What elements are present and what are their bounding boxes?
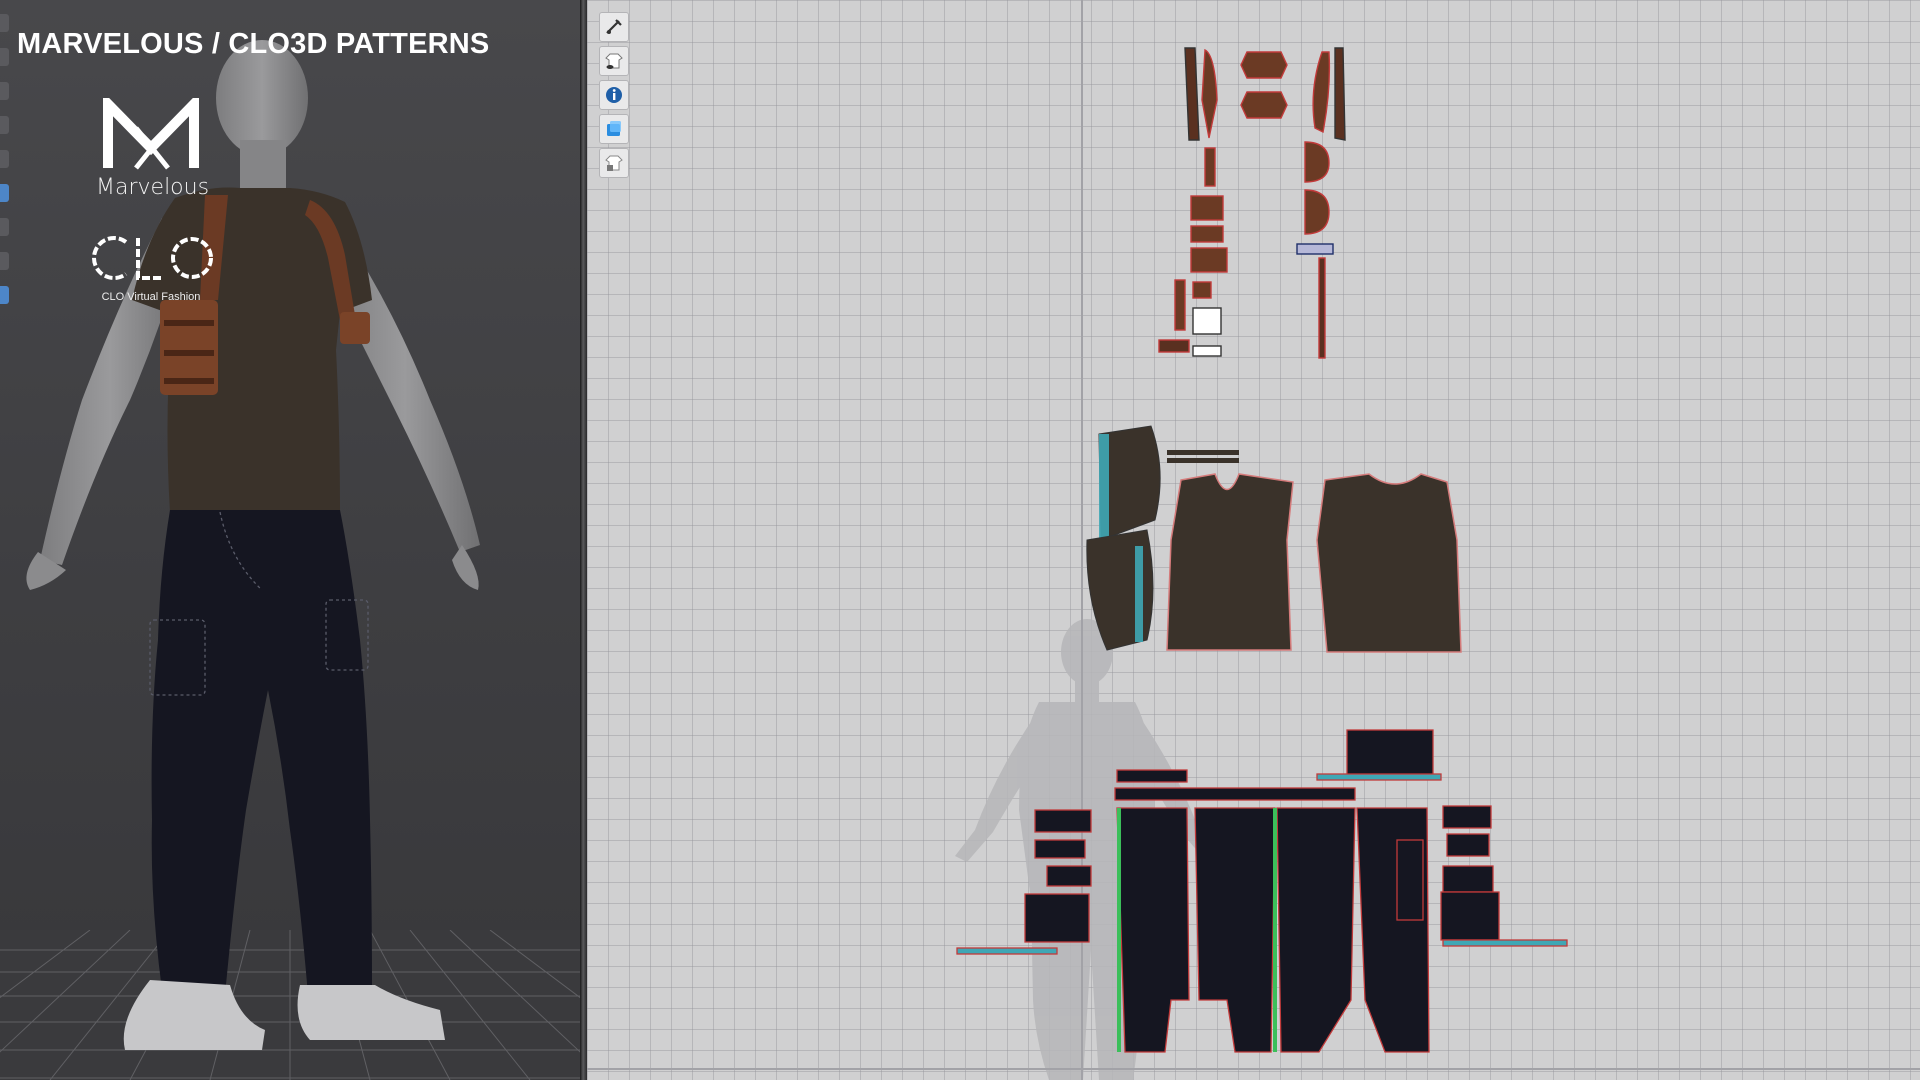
left-tool-button[interactable]: [0, 286, 9, 304]
left-tool-button[interactable]: [0, 218, 9, 236]
pattern-pieces: [956, 47, 1568, 1053]
tshirt-patterns: [1086, 425, 1462, 653]
page-title: MARVELOUS / CLO3D PATTERNS: [17, 28, 490, 60]
left-tool-button[interactable]: [0, 14, 9, 32]
left-tool-button-active[interactable]: [0, 184, 9, 202]
left-toolbar: [0, 14, 12, 320]
clo-logo: CLO Virtual Fashion: [86, 232, 216, 303]
left-tool-button[interactable]: [0, 150, 9, 168]
clo-wordmark-icon: [92, 236, 213, 280]
left-tool-button[interactable]: [0, 82, 9, 100]
left-tool-button[interactable]: [0, 252, 9, 270]
clo-tagline: CLO Virtual Fashion: [101, 291, 201, 303]
3d-viewport[interactable]: MARVELOUS / CLO3D PATTERNS Marvelous CLO…: [0, 0, 580, 1080]
2d-pattern-window[interactable]: [587, 0, 1920, 1080]
left-tool-button[interactable]: [0, 48, 9, 66]
pants-patterns: [956, 729, 1568, 1053]
marvelous-m-icon: [103, 91, 199, 170]
marvelous-logo: Marvelous: [96, 91, 210, 200]
left-tool-button[interactable]: [0, 116, 9, 134]
marvelous-wordmark: Marvelous: [96, 175, 210, 200]
avatar-figure[interactable]: [0, 0, 580, 1080]
harness-patterns: [1158, 47, 1346, 359]
viewport-divider[interactable]: [580, 0, 587, 1080]
